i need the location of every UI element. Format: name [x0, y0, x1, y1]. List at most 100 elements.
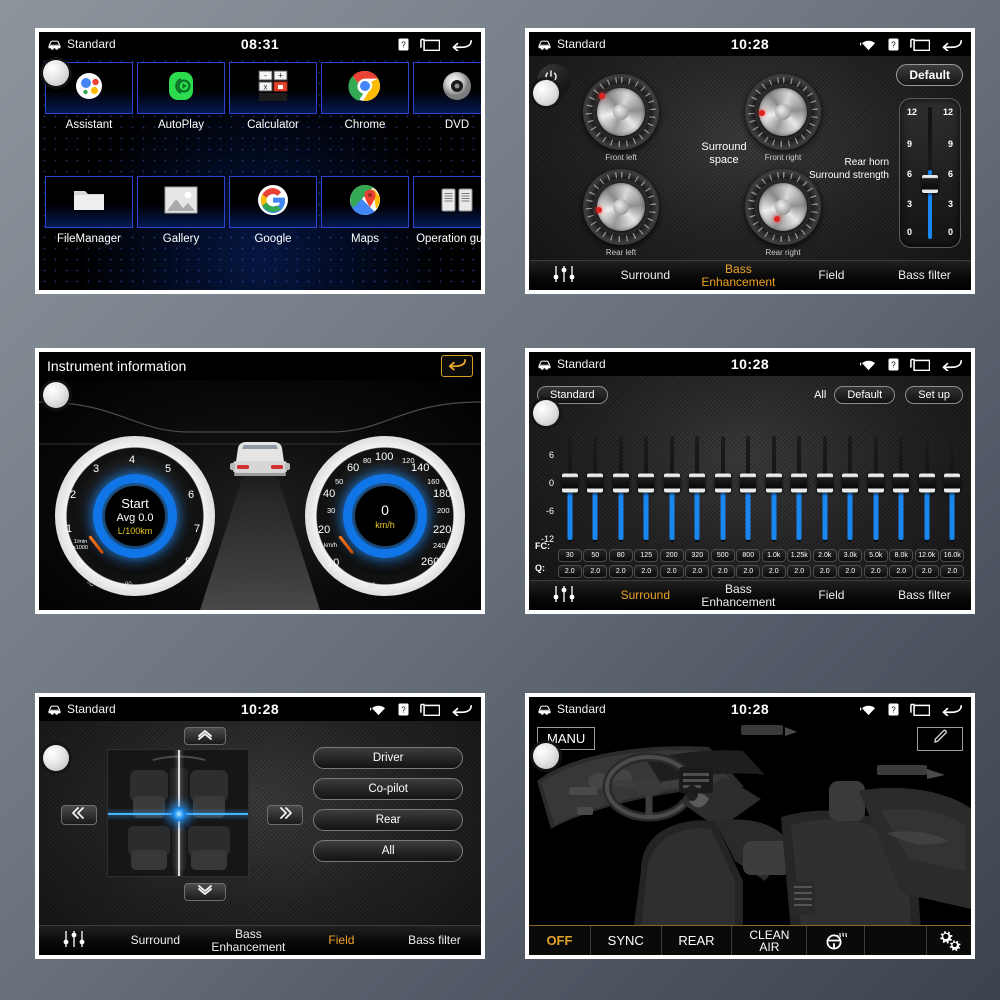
- hardware-knob[interactable]: [43, 745, 69, 771]
- eq-fc-chip[interactable]: 3.0k: [838, 549, 862, 562]
- eq-q-chip[interactable]: 2.0: [736, 565, 760, 578]
- hardware-knob[interactable]: [533, 80, 559, 106]
- setup-button[interactable]: Set up: [905, 386, 963, 404]
- eq-fc-chip[interactable]: 2.0k: [813, 549, 837, 562]
- eq-q-chip[interactable]: 2.0: [940, 565, 964, 578]
- eq-handle[interactable]: [587, 474, 603, 493]
- climate-clean-air-button[interactable]: CLEAN AIR: [732, 926, 807, 955]
- app-gallery[interactable]: Gallery: [137, 176, 225, 286]
- eq-slider[interactable]: [590, 434, 600, 546]
- eq-handle[interactable]: [791, 474, 807, 493]
- hardware-knob[interactable]: [43, 382, 69, 408]
- eq-band[interactable]: 8.0k2.0: [889, 434, 915, 578]
- eq-q-chip[interactable]: 2.0: [838, 565, 862, 578]
- app-tile[interactable]: [413, 62, 481, 114]
- tab-bass-filter[interactable]: Bass filter: [388, 934, 481, 947]
- eq-handle[interactable]: [689, 474, 705, 493]
- eq-handle[interactable]: [893, 474, 909, 493]
- back-button[interactable]: [441, 355, 473, 377]
- eq-fc-chip[interactable]: 12.0k: [915, 549, 939, 562]
- knob-dial[interactable]: [745, 74, 821, 150]
- eq-fc-chip[interactable]: 80: [609, 549, 633, 562]
- eq-q-chip[interactable]: 2.0: [813, 565, 837, 578]
- back-icon[interactable]: [941, 358, 963, 371]
- eq-band[interactable]: 8002.0: [736, 434, 762, 578]
- tab-field[interactable]: Field: [785, 269, 878, 282]
- recents-icon[interactable]: [420, 38, 440, 51]
- eq-band[interactable]: 3.0k 2.0: [838, 434, 864, 578]
- climate-sync-button[interactable]: SYNC: [591, 926, 662, 955]
- climate-settings-button[interactable]: [927, 926, 971, 955]
- hardware-knob[interactable]: [533, 743, 559, 769]
- eq-handle[interactable]: [944, 474, 960, 493]
- app-dvd[interactable]: DVD: [413, 62, 481, 172]
- app-operation-guide[interactable]: Operation guide: [413, 176, 481, 286]
- eq-slider[interactable]: [769, 434, 779, 546]
- eq-handle[interactable]: [868, 474, 884, 493]
- eq-q-chip[interactable]: 2.0: [864, 565, 888, 578]
- surround-strength-slider[interactable]: 12 12 9 9 6 6 3 3 0 0: [899, 98, 961, 248]
- eq-fc-chip[interactable]: 16.0k: [940, 549, 964, 562]
- tab-bass-filter[interactable]: Bass filter: [878, 269, 971, 282]
- app-tile[interactable]: [137, 176, 225, 228]
- tab-surround[interactable]: Surround: [599, 589, 692, 602]
- back-icon[interactable]: [451, 703, 473, 716]
- tab-bass-filter[interactable]: Bass filter: [878, 589, 971, 602]
- app-tile[interactable]: [45, 176, 133, 228]
- eq-slider[interactable]: [692, 434, 702, 546]
- tab-field[interactable]: Field: [785, 589, 878, 602]
- seat-map[interactable]: [107, 749, 249, 877]
- tab-equalizer[interactable]: [39, 930, 109, 951]
- recents-icon[interactable]: [910, 703, 930, 716]
- eq-slider[interactable]: [565, 434, 575, 546]
- eq-fc-chip[interactable]: 5.0k: [864, 549, 888, 562]
- eq-handle[interactable]: [613, 474, 629, 493]
- tab-surround[interactable]: Surround: [109, 934, 202, 947]
- eq-q-chip[interactable]: 2.0: [711, 565, 735, 578]
- eq-band[interactable]: 2.0k 2.0: [812, 434, 838, 578]
- eq-band[interactable]: 5002.0: [710, 434, 736, 578]
- default-button[interactable]: Default: [896, 64, 963, 86]
- tab-bass-enhancement[interactable]: Bass Enhancement: [692, 263, 785, 288]
- eq-band[interactable]: 1.0k2.0: [761, 434, 787, 578]
- eq-slider[interactable]: [820, 434, 830, 546]
- eq-band[interactable]: 3202.0: [685, 434, 711, 578]
- eq-slider[interactable]: [667, 434, 677, 546]
- eq-band[interactable]: 502.0: [583, 434, 609, 578]
- eq-slider[interactable]: [871, 434, 881, 546]
- seat-button-rear[interactable]: Rear: [313, 809, 463, 831]
- eq-band[interactable]: 1.25k2.0: [787, 434, 813, 578]
- eq-band[interactable]: 802.0: [608, 434, 634, 578]
- knob-rear-right[interactable]: Rear right: [745, 169, 821, 257]
- eq-handle[interactable]: [664, 474, 680, 493]
- seat-button-all[interactable]: All: [313, 840, 463, 862]
- app-autoplay[interactable]: AutoPlay: [137, 62, 225, 172]
- app-tile[interactable]: [321, 176, 409, 228]
- eq-band[interactable]: 5.0k 2.0: [863, 434, 889, 578]
- eq-slider[interactable]: [743, 434, 753, 546]
- eq-handle[interactable]: [638, 474, 654, 493]
- eq-handle[interactable]: [715, 474, 731, 493]
- tab-surround[interactable]: Surround: [599, 269, 692, 282]
- back-icon[interactable]: [451, 38, 473, 51]
- climate-rear-button[interactable]: REAR: [662, 926, 733, 955]
- eq-slider[interactable]: [616, 434, 626, 546]
- field-focus-point[interactable]: [172, 807, 186, 821]
- eq-q-chip[interactable]: 2.0: [787, 565, 811, 578]
- eq-handle[interactable]: [562, 474, 578, 493]
- app-calculator[interactable]: - + x Calculator: [229, 62, 317, 172]
- hardware-knob[interactable]: [533, 400, 559, 426]
- eq-fc-chip[interactable]: 800: [736, 549, 760, 562]
- eq-fc-chip[interactable]: 8.0k: [889, 549, 913, 562]
- eq-q-chip[interactable]: 2.0: [609, 565, 633, 578]
- eq-fc-chip[interactable]: 50: [583, 549, 607, 562]
- eq-fc-chip[interactable]: 500: [711, 549, 735, 562]
- tab-equalizer[interactable]: [529, 585, 599, 606]
- eq-handle[interactable]: [817, 474, 833, 493]
- eq-slider[interactable]: [896, 434, 906, 546]
- eq-handle[interactable]: [842, 474, 858, 493]
- eq-band[interactable]: 1252.0: [634, 434, 660, 578]
- eq-band[interactable]: 16.0k 2.0: [940, 434, 966, 578]
- app-tile[interactable]: [321, 62, 409, 114]
- tab-bass-enhancement[interactable]: Bass Enhancement: [202, 928, 295, 953]
